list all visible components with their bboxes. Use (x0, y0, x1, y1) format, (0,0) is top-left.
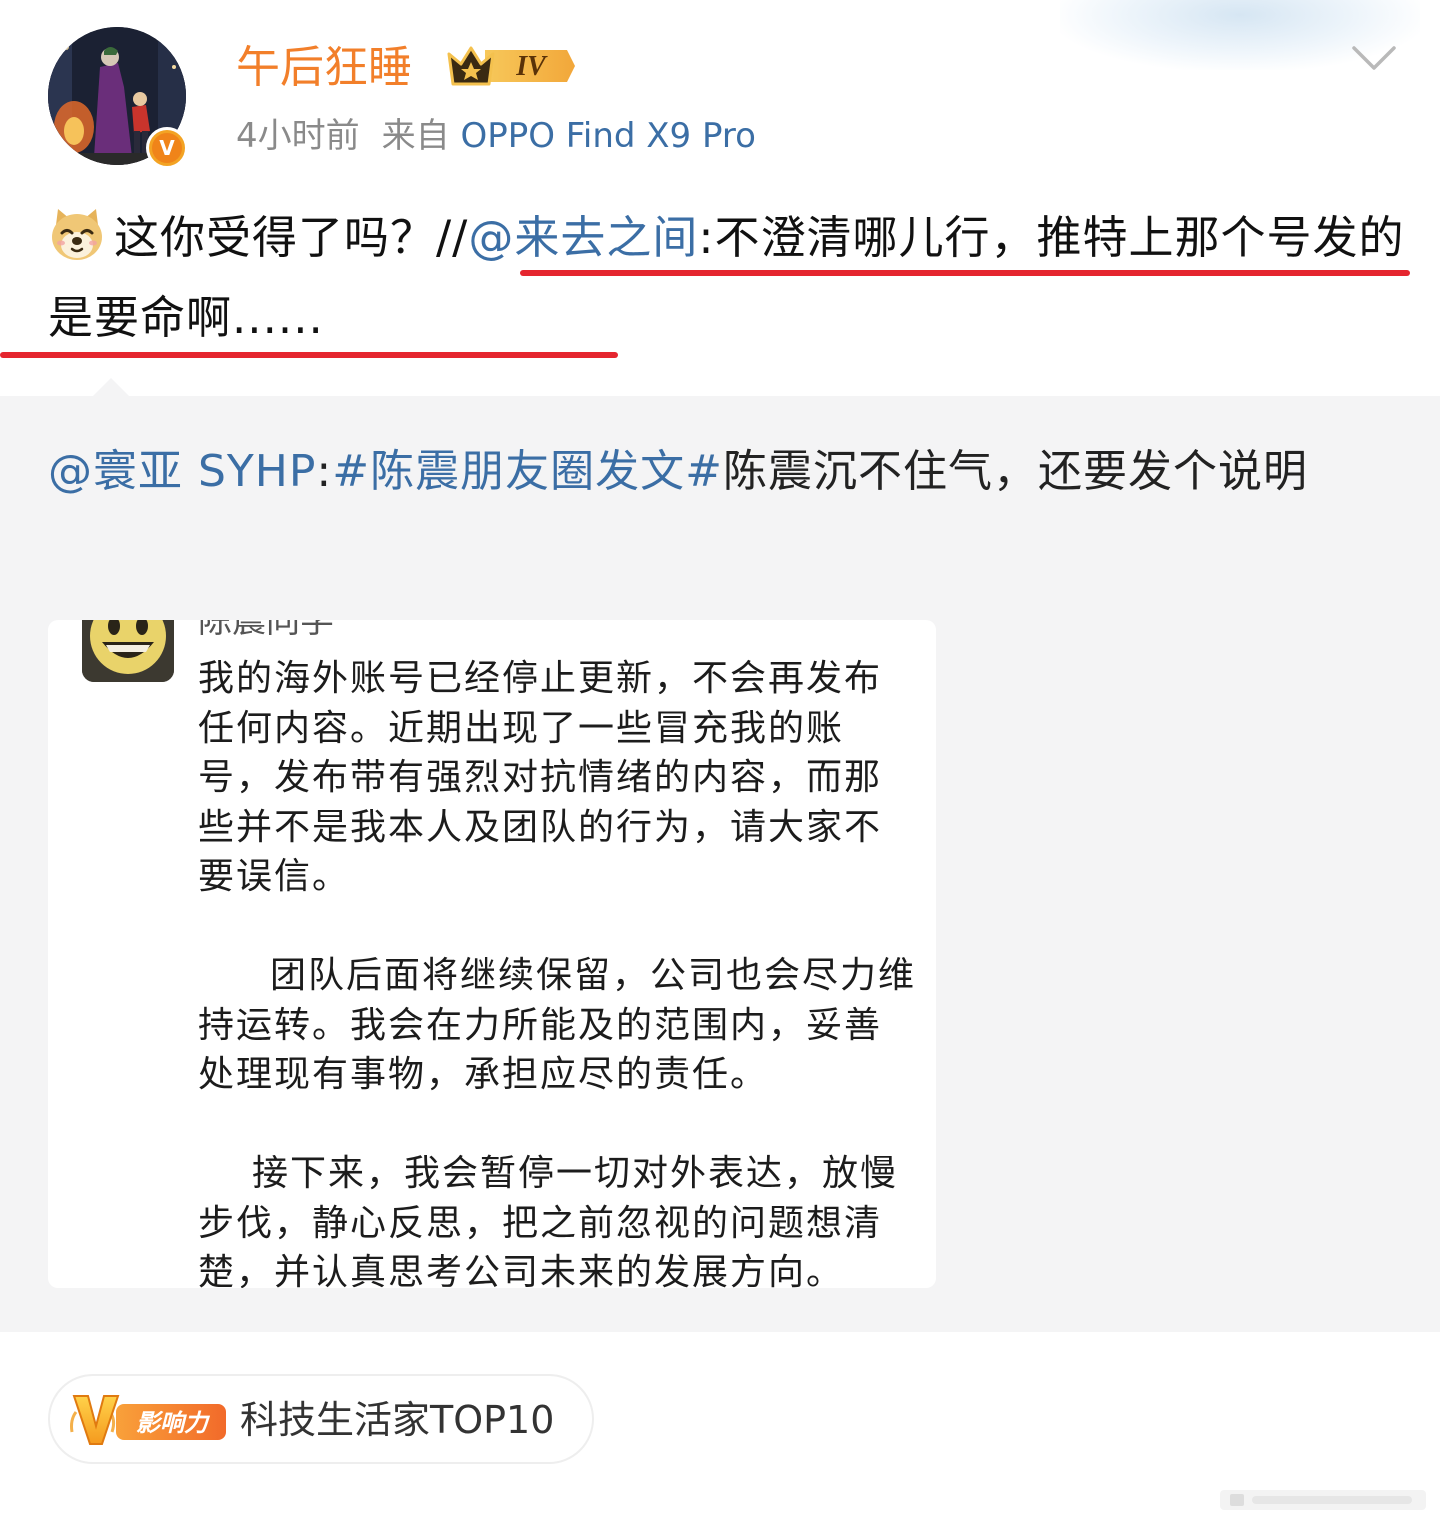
influence-label: 科技生活家TOP10 (240, 1398, 555, 1442)
repost-text-start: 这你受得了吗？// (114, 211, 469, 264)
quoted-mention-link[interactable]: @寰亚 SYHP (48, 446, 316, 497)
screenshot-body: 我的海外账号已经停止更新，不会再发布任何内容。近期出现了一些冒充我的账号，发布带… (198, 654, 918, 1288)
screenshot-paragraph: 接下来，我会暂停一切对外表达，放慢步伐，静心反思，把之前忽视的问题想清楚，并认真… (198, 1153, 899, 1288)
username[interactable]: 午后狂睡 (236, 38, 412, 98)
influence-logo-text: 影响力 (136, 1409, 211, 1437)
verified-badge-icon: V (146, 127, 188, 169)
quoted-image[interactable]: 陈震同学 我的海外账号已经停止更新，不会再发布任何内容。近期出现了一些冒充我的账… (48, 620, 936, 1288)
post-device-link[interactable]: OPPO Find X9 Pro (460, 116, 755, 156)
post-source-prefix: 来自 (381, 116, 450, 156)
quoted-post-text: @寰亚 SYHP:#陈震朋友圈发文#陈震沉不住气，还要发个说明 (48, 436, 1378, 508)
repost-text: 这你受得了吗？//@来去之间:不澄清哪儿行，推特上那个号发的是要命啊...... (48, 198, 1408, 358)
quoted-separator: : (316, 446, 333, 497)
crown-level-badge-icon[interactable]: IV (445, 40, 577, 92)
screenshot-paragraph: 我的海外账号已经停止更新，不会再发布任何内容。近期出现了一些冒充我的账号，发布带… (198, 658, 883, 897)
post-meta: 4小时前 来自 OPPO Find X9 Pro (236, 112, 756, 160)
screenshot-paragraph: 团队后面将继续保留，公司也会尽力维持运转。我会在力所能及的范围内，妥善处理现有事… (198, 955, 917, 1095)
highlight-underline (520, 270, 1410, 276)
influence-tag[interactable]: 影响力 科技生活家TOP10 (48, 1374, 594, 1464)
screenshot-author-name: 陈震同学 (198, 620, 334, 641)
post-timestamp: 4小时前 (236, 116, 360, 156)
repost-mention-link[interactable]: @来去之间 (468, 211, 698, 264)
post-header: V 午后狂睡 IV 4小时前 来自 OPPO Find X9 Pro (0, 0, 1440, 190)
topic-hashtag-link[interactable]: #陈震朋友圈发文# (332, 446, 723, 497)
smiley-avatar-icon (82, 620, 174, 682)
quoted-post-arrow (92, 378, 130, 397)
doge-emoji-icon (48, 205, 106, 263)
quoted-body-text: 陈震沉不住气，还要发个说明 (722, 446, 1308, 497)
highlight-underline (0, 352, 618, 358)
level-badge-text: IV (515, 51, 548, 82)
watermark-icon (1220, 1490, 1426, 1510)
chevron-down-icon[interactable] (1350, 40, 1398, 76)
